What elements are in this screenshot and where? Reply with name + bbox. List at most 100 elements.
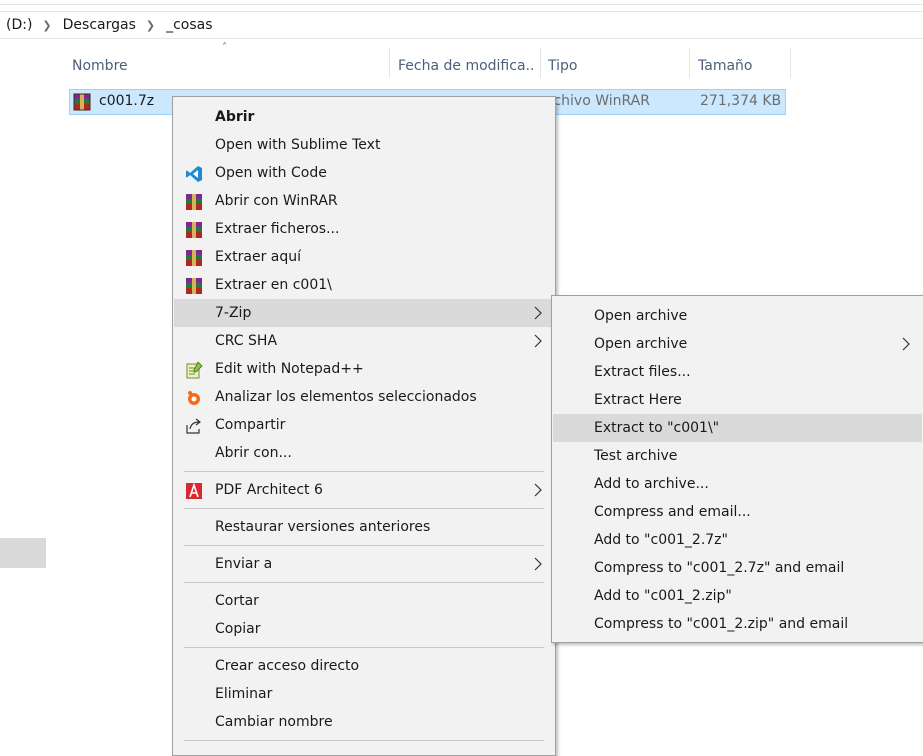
menu-item-label: Add to "c001_2.7z" <box>594 532 728 548</box>
file-size: 271,374 KB <box>700 93 782 109</box>
menu-item-eliminar[interactable]: Eliminar <box>174 680 554 708</box>
menu-separator <box>184 582 544 583</box>
submenu-item-extract-files[interactable]: Extract files... <box>553 358 922 386</box>
menu-item-label: Crear acceso directo <box>215 658 360 674</box>
window-top-divider <box>0 4 923 5</box>
menu-item-crc-sha[interactable]: CRC SHA <box>174 327 554 355</box>
menu-item-label: PDF Architect 6 <box>215 482 323 498</box>
winrar-icon <box>186 194 202 210</box>
chevron-right-icon <box>902 337 910 351</box>
breadcrumb-item-cosas[interactable]: _cosas <box>166 17 212 33</box>
menu-item-open-with-code[interactable]: Open with Code <box>174 159 554 187</box>
menu-item-edit-notepadpp[interactable]: Edit with Notepad++ <box>174 355 554 383</box>
menu-item-label: 7-Zip <box>215 305 252 321</box>
menu-item-pdf-architect[interactable]: PDF Architect 6 <box>174 476 554 504</box>
menu-item-label: Abrir con WinRAR <box>215 193 338 209</box>
file-type: rchivo WinRAR <box>548 93 650 109</box>
submenu-item-add-to-archive[interactable]: Add to archive... <box>553 470 922 498</box>
column-header-name[interactable]: Nombre <box>72 58 128 74</box>
menu-item-label: Edit with Notepad++ <box>215 361 364 377</box>
chevron-right-icon[interactable]: ❯ <box>146 19 155 32</box>
menu-item-label: Open with Code <box>215 165 327 181</box>
chevron-right-icon <box>534 483 542 497</box>
column-divider[interactable] <box>790 48 791 78</box>
menu-separator <box>184 471 544 472</box>
menu-item-label: Add to "c001_2.zip" <box>594 588 732 604</box>
column-header-type[interactable]: Tipo <box>548 58 577 74</box>
vscode-icon <box>186 166 202 182</box>
menu-item-label: Compress and email... <box>594 504 751 520</box>
menu-item-cambiar-nombre[interactable]: Cambiar nombre <box>174 708 554 736</box>
menu-item-label: Abrir con... <box>215 445 292 461</box>
column-header-row: Nombre ˄ Fecha de modifica... Tipo Tamañ… <box>0 40 923 90</box>
menu-item-label: Extract to "c001\" <box>594 420 720 436</box>
menu-item-label: Restaurar versiones anteriores <box>215 519 431 535</box>
menu-item-extraer-aqui[interactable]: Extraer aquí <box>174 243 554 271</box>
submenu-item-compress-zip-email[interactable]: Compress to "c001_2.zip" and email <box>553 610 922 638</box>
menu-item-abrir-con-winrar[interactable]: Abrir con WinRAR <box>174 187 554 215</box>
menu-item-label: Extraer aquí <box>215 249 302 265</box>
menu-item-label: Extract files... <box>594 364 691 380</box>
chevron-right-icon <box>534 306 542 320</box>
context-menu: Abrir Open with Sublime Text Open with C… <box>172 96 556 756</box>
submenu-7zip: Open archive Open archive Extract files.… <box>551 295 923 643</box>
menu-item-compartir[interactable]: Compartir <box>174 411 554 439</box>
chevron-right-icon <box>534 334 542 348</box>
menu-item-extraer-en-c001[interactable]: Extraer en c001\ <box>174 271 554 299</box>
menu-item-label: Add to archive... <box>594 476 709 492</box>
menu-item-label: Compress to "c001_2.zip" and email <box>594 616 849 632</box>
menu-item-extraer-ficheros[interactable]: Extraer ficheros... <box>174 215 554 243</box>
menu-separator <box>184 545 544 546</box>
chevron-right-icon <box>534 557 542 571</box>
file-name[interactable]: c001.7z <box>99 93 154 109</box>
menu-item-abrir[interactable]: Abrir <box>174 103 554 131</box>
menu-item-cortar[interactable]: Cortar <box>174 587 554 615</box>
chevron-right-icon[interactable]: ❯ <box>42 19 51 32</box>
menu-item-label: Extraer ficheros... <box>215 221 340 237</box>
menu-item-crear-acceso-directo[interactable]: Crear acceso directo <box>174 652 554 680</box>
column-divider[interactable] <box>689 48 690 78</box>
winrar-icon <box>186 278 202 294</box>
breadcrumb-drive[interactable]: (D:) <box>6 17 32 33</box>
pdf-architect-icon <box>186 482 202 499</box>
column-divider[interactable] <box>389 48 390 78</box>
menu-item-label: Compress to "c001_2.7z" and email <box>594 560 845 576</box>
winrar-icon <box>186 250 202 266</box>
menu-item-7zip[interactable]: 7-Zip <box>174 299 554 327</box>
menu-item-label: Extract Here <box>594 392 682 408</box>
menu-item-label: Abrir <box>215 109 255 125</box>
submenu-item-extract-here[interactable]: Extract Here <box>553 386 922 414</box>
menu-item-open-with-sublime[interactable]: Open with Sublime Text <box>174 131 554 159</box>
winrar-icon <box>186 222 202 238</box>
submenu-item-compress-and-email[interactable]: Compress and email... <box>553 498 922 526</box>
menu-separator <box>184 508 544 509</box>
submenu-item-open-archive-more[interactable]: Open archive <box>553 330 922 358</box>
menu-item-label: Cambiar nombre <box>215 714 333 730</box>
submenu-item-test-archive[interactable]: Test archive <box>553 442 922 470</box>
menu-item-abrir-con[interactable]: Abrir con... <box>174 439 554 467</box>
menu-item-label: Open with Sublime Text <box>215 137 381 153</box>
menu-item-copiar[interactable]: Copiar <box>174 615 554 643</box>
navigation-pane-selected-item[interactable] <box>0 538 46 568</box>
submenu-item-add-to-zip[interactable]: Add to "c001_2.zip" <box>553 582 922 610</box>
menu-item-analizar[interactable]: Analizar los elementos seleccionados <box>174 383 554 411</box>
menu-item-label: Eliminar <box>215 686 273 702</box>
sort-ascending-icon: ˄ <box>222 42 227 53</box>
breadcrumb-item-descargas[interactable]: Descargas <box>63 17 136 33</box>
menu-item-label: Enviar a <box>215 556 273 572</box>
column-header-date[interactable]: Fecha de modifica... <box>398 58 534 74</box>
menu-separator <box>184 740 544 741</box>
submenu-item-compress-7z-email[interactable]: Compress to "c001_2.7z" and email <box>553 554 922 582</box>
menu-item-label: Test archive <box>594 448 678 464</box>
submenu-item-add-to-7z[interactable]: Add to "c001_2.7z" <box>553 526 922 554</box>
column-header-size[interactable]: Tamaño <box>698 58 752 74</box>
breadcrumb: (D:) ❯ Descargas ❯ _cosas <box>0 11 923 39</box>
menu-item-restaurar-versiones[interactable]: Restaurar versiones anteriores <box>174 513 554 541</box>
menu-item-label: Compartir <box>215 417 286 433</box>
column-divider[interactable] <box>540 48 541 78</box>
menu-item-enviar-a[interactable]: Enviar a <box>174 550 554 578</box>
menu-item-label: CRC SHA <box>215 333 278 349</box>
submenu-item-extract-to[interactable]: Extract to "c001\" <box>553 414 922 442</box>
share-icon <box>186 418 201 434</box>
submenu-item-open-archive[interactable]: Open archive <box>553 302 922 330</box>
